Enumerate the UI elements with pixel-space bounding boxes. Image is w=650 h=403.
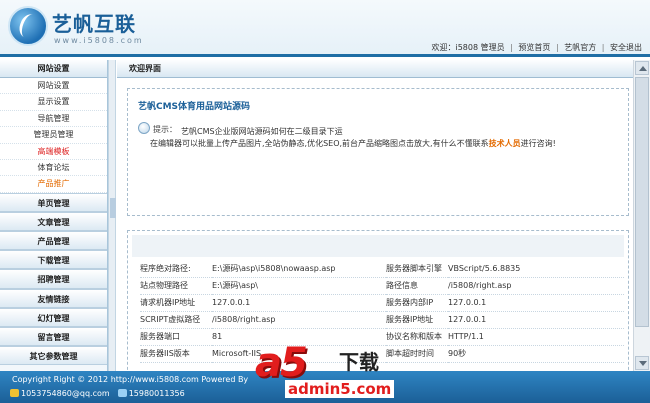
tip-label: 提示： xyxy=(153,125,177,134)
nav-separator: | xyxy=(555,43,559,52)
info-value: 127.0.0.1 xyxy=(448,311,624,329)
watermark-logo: a5 下载 admin5.com xyxy=(255,340,415,403)
sidebar-group-pages[interactable]: 单页管理 xyxy=(0,192,107,212)
sidebar-item-nav-management[interactable]: 导航管理 xyxy=(0,110,107,128)
scroll-up-icon[interactable] xyxy=(635,61,649,75)
sidebar-group-links[interactable]: 友情链接 xyxy=(0,288,107,308)
logo[interactable]: 艺帆互联 www.i5808.com xyxy=(8,6,168,50)
table-row: 请求机器IP地址 127.0.0.1 服务器内部IP 127.0.0.1 xyxy=(140,294,624,312)
sidebar-group-products[interactable]: 产品管理 xyxy=(0,231,107,251)
sidebar-title[interactable]: 网站设置 xyxy=(0,60,107,78)
logout-link[interactable]: 安全退出 xyxy=(610,43,642,52)
sidebar: 网站设置 网站设置 显示设置 导航管理 管理员管理 高端模板 体育论坛 产品推广… xyxy=(0,60,108,371)
info-value: 127.0.0.1 xyxy=(212,294,386,312)
info-key: 程序绝对路径: xyxy=(140,261,212,278)
tip-text-a: 在编辑器可以批量上传产品图片,全站伪静态,优化SEO,前台产品缩略图点击放大,有… xyxy=(150,139,489,148)
info-value: 90秒 xyxy=(448,345,624,363)
nav-separator: | xyxy=(601,43,605,52)
site-title: 艺帆CMS体育用品网站源码 xyxy=(138,102,251,112)
info-value: /i5808/right.asp xyxy=(212,311,386,329)
sidebar-item-premium-templates[interactable]: 高端模板 xyxy=(0,143,107,160)
watermark-url: admin5.com xyxy=(285,380,395,398)
sidebar-item-site-settings[interactable]: 网站设置 xyxy=(0,78,107,95)
phone-icon xyxy=(117,389,127,397)
main-scrollbar[interactable] xyxy=(633,60,650,371)
server-info-header xyxy=(132,235,624,257)
info-key: 服务器IIS版本 xyxy=(140,345,212,363)
info-key: 路径信息 xyxy=(386,277,448,295)
scroll-thumb[interactable] xyxy=(635,77,649,327)
tip-text-b: 进行咨询! xyxy=(520,139,556,148)
sidebar-item-admin-management[interactable]: 管理员管理 xyxy=(0,127,107,144)
top-nav: 欢迎：i5808 管理员 | 预览首页 | 艺帆官方 | 安全退出 xyxy=(431,42,642,53)
info-key: 站点物理路径 xyxy=(140,277,212,295)
info-key: SCRIPT虚拟路径 xyxy=(140,311,212,329)
info-value: E:\源码\asp\i5808\nowaasp.asp xyxy=(212,261,386,278)
collapse-handle-icon[interactable] xyxy=(110,198,116,218)
mail-icon xyxy=(10,389,19,397)
welcome-text: 欢迎：i5808 管理员 xyxy=(431,43,505,52)
sidebar-splitter[interactable] xyxy=(108,60,116,371)
preview-home-link[interactable]: 预览首页 xyxy=(518,43,550,52)
info-key: 服务器端口 xyxy=(140,328,212,346)
sidebar-group-downloads[interactable]: 下载管理 xyxy=(0,250,107,270)
header: 艺帆互联 www.i5808.com 欢迎：i5808 管理员 | 预览首页 |… xyxy=(0,0,650,57)
footer-phone: 15980011356 xyxy=(128,389,185,398)
info-value: E:\源码\asp\ xyxy=(212,277,386,295)
sidebar-group-articles[interactable]: 文章管理 xyxy=(0,211,107,232)
sidebar-group-other-params[interactable]: 其它参数管理 xyxy=(0,346,107,366)
info-value: HTTP/1.1 xyxy=(448,328,624,346)
sidebar-group-messages[interactable]: 留言管理 xyxy=(0,327,107,347)
sidebar-group-jobs[interactable]: 招聘管理 xyxy=(0,269,107,289)
info-value: /i5808/right.asp xyxy=(448,277,624,295)
official-site-link[interactable]: 艺帆官方 xyxy=(564,43,596,52)
watermark-label: 下载 xyxy=(339,350,379,374)
info-value: 127.0.0.1 xyxy=(448,294,624,312)
info-key: 请求机器IP地址 xyxy=(140,294,212,312)
table-row: 站点物理路径 E:\源码\asp\ 路径信息 /i5808/right.asp xyxy=(140,277,624,295)
info-key: 服务器IP地址 xyxy=(386,311,448,329)
sidebar-item-product-promotion[interactable]: 产品推广 xyxy=(0,176,107,193)
nav-separator: | xyxy=(510,43,513,52)
main-panel: 欢迎界面 艺帆CMS体育用品网站源码 提示： 艺帆CMS企业版网站源码如何在二级… xyxy=(117,60,633,371)
logo-emblem-icon xyxy=(8,6,48,46)
tech-support-link[interactable]: 技术人员 xyxy=(489,139,521,148)
tip-text-line1: 艺帆CMS企业版网站源码如何在二级目录下运 xyxy=(181,127,343,136)
table-row: SCRIPT虚拟路径 /i5808/right.asp 服务器IP地址 127.… xyxy=(140,311,624,329)
scroll-down-icon[interactable] xyxy=(635,356,649,370)
sidebar-item-sports-forum[interactable]: 体育论坛 xyxy=(0,159,107,177)
footer-copyright: Copyright Right © 2012 http://www.i5808.… xyxy=(12,375,249,384)
table-row: 程序绝对路径: E:\源码\asp\i5808\nowaasp.asp 服务器脚… xyxy=(140,261,624,278)
tip-text-line2: 在编辑器可以批量上传产品图片,全站伪静态,优化SEO,前台产品缩略图点击放大,有… xyxy=(150,138,556,149)
info-key: 服务器内部IP xyxy=(386,294,448,312)
footer-email[interactable]: 1053754860@qq.com xyxy=(21,389,110,398)
welcome-box: 艺帆CMS体育用品网站源码 提示： 艺帆CMS企业版网站源码如何在二级目录下运 … xyxy=(127,88,629,216)
footer-contact: 1053754860@qq.com 15980011356 xyxy=(10,389,185,398)
tip-icon xyxy=(138,122,150,134)
info-key: 服务器脚本引擎 xyxy=(386,261,448,278)
logo-name: 艺帆互联 xyxy=(52,12,136,36)
sidebar-item-display-settings[interactable]: 显示设置 xyxy=(0,94,107,111)
info-value: VBScript/5.6.8835 xyxy=(448,261,624,278)
logo-url: www.i5808.com xyxy=(54,36,144,45)
sidebar-group-slides[interactable]: 幻灯管理 xyxy=(0,307,107,328)
main-title: 欢迎界面 xyxy=(117,60,633,78)
